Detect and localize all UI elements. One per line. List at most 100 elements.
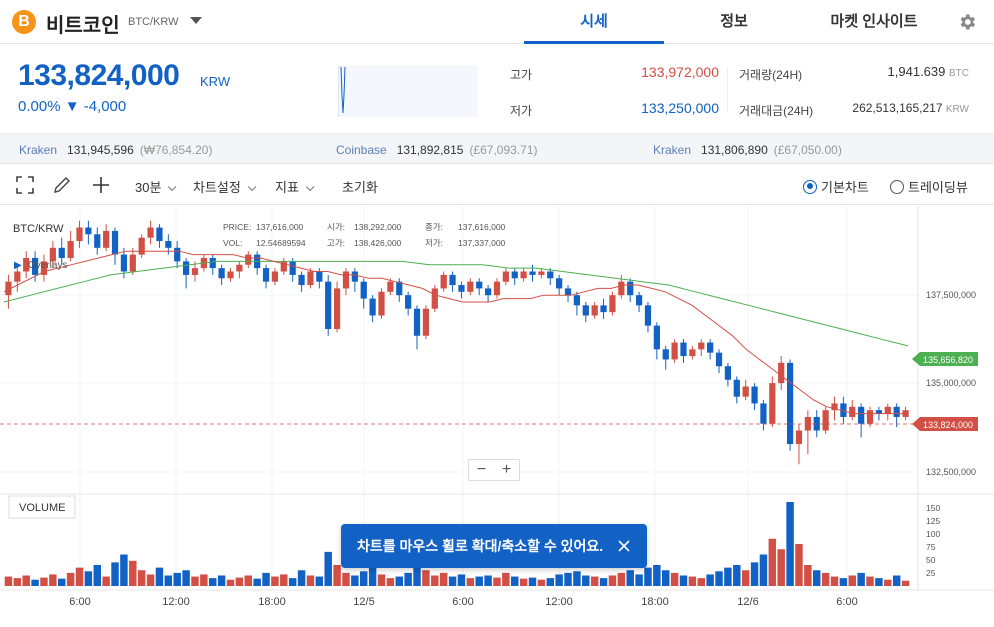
- volume-bar: [670, 572, 679, 586]
- candle-body: [298, 274, 305, 286]
- svg-text:138,292,000: 138,292,000: [354, 222, 402, 232]
- svg-text:12:00: 12:00: [162, 596, 190, 608]
- volume-bar: [866, 576, 874, 586]
- svg-text:6:00: 6:00: [452, 596, 473, 608]
- amount-label: 거래대금(24H): [739, 104, 814, 118]
- fullscreen-icon[interactable]: [14, 174, 36, 196]
- volume-bar: [155, 567, 164, 586]
- zoom-in-button[interactable]: +: [494, 460, 519, 480]
- pencil-icon[interactable]: [51, 174, 73, 196]
- candle-body: [689, 349, 696, 357]
- candle-body: [556, 278, 563, 289]
- volume-bar: [511, 576, 519, 586]
- candle-body: [431, 288, 438, 309]
- svg-text:12/6: 12/6: [737, 596, 758, 608]
- candle-body: [413, 308, 421, 336]
- volume-bar: [875, 578, 883, 586]
- candle-body: [120, 254, 128, 272]
- volume-bar: [75, 567, 84, 586]
- volume-bar: [146, 574, 155, 586]
- tradingview-radio[interactable]: 트레이딩뷰: [890, 177, 968, 196]
- candle-body: [245, 254, 252, 265]
- interval-dropdown[interactable]: 30분: [135, 177, 173, 196]
- volume-bar: [715, 571, 723, 586]
- svg-text:18:00: 18:00: [258, 596, 286, 608]
- volume-bar: [457, 574, 466, 586]
- low-value: 133,250,000: [641, 100, 719, 116]
- coin-name[interactable]: 비트코인: [46, 9, 120, 38]
- svg-text:PRICE:: PRICE:: [223, 222, 251, 232]
- y-tick-label: 137,500,000: [926, 290, 976, 300]
- volume-bar: [662, 570, 670, 586]
- volume-bar: [599, 578, 608, 586]
- candle-body: [662, 349, 669, 360]
- volume-bar: [635, 574, 643, 586]
- volume-bar: [590, 576, 599, 586]
- crosshair-icon[interactable]: [90, 174, 112, 196]
- volume-bar: [288, 578, 297, 586]
- current-price: 133,824,000: [18, 59, 180, 92]
- gear-icon[interactable]: [957, 12, 977, 32]
- candle-body: [325, 281, 332, 330]
- tab-price[interactable]: 시세: [524, 0, 664, 44]
- candle-body: [67, 241, 74, 258]
- candle-body: [156, 227, 163, 242]
- volume-bar: [777, 549, 785, 586]
- volume-bar: [182, 570, 190, 586]
- candle-body: [866, 410, 874, 424]
- svg-text:12.54689594: 12.54689594: [256, 238, 306, 248]
- close-icon[interactable]: [617, 539, 631, 553]
- volume-bar: [226, 579, 235, 586]
- candle-body: [502, 271, 509, 282]
- candle-body: [849, 406, 856, 417]
- volume-bar: [804, 565, 812, 586]
- svg-text:12:00: 12:00: [545, 596, 573, 608]
- zoom-out-button[interactable]: −: [469, 460, 494, 480]
- candle-body: [449, 274, 456, 286]
- volume-axis-ticks: 150 125 100 75 50 25: [926, 503, 940, 578]
- candle-body: [484, 288, 492, 296]
- basic-chart-radio[interactable]: 기본차트: [803, 177, 869, 196]
- candle-body: [289, 261, 296, 275]
- candle-body: [138, 237, 145, 255]
- chart-toolbar: 30분 차트설정 지표 초기화 기본차트 트레이딩뷰: [0, 165, 994, 205]
- volume-bar: [644, 567, 652, 586]
- candle-body: [742, 386, 749, 397]
- candle-body: [493, 281, 501, 296]
- candle-body: [387, 281, 394, 292]
- volume-bar: [262, 572, 270, 586]
- candle-body: [182, 261, 190, 275]
- svg-text:133,824,000: 133,824,000: [923, 420, 973, 430]
- reset-button[interactable]: 초기화: [342, 177, 378, 196]
- volume-bar: [768, 538, 777, 586]
- chart-settings-dropdown[interactable]: 차트설정: [193, 177, 253, 196]
- exchange-item[interactable]: Coinbase 131,892,815 (£67,093.71): [336, 143, 538, 157]
- tab-info[interactable]: 정보: [664, 0, 804, 44]
- volume-bar: [40, 577, 48, 586]
- candle-body: [316, 271, 323, 282]
- exchange-item[interactable]: Kraken 131,945,596 (₩76,854.20): [19, 143, 212, 157]
- volume-bar: [573, 571, 581, 586]
- volume-bar: [129, 560, 137, 586]
- tab-market-insight[interactable]: 마켓 인사이트: [804, 0, 944, 44]
- indicators-dropdown[interactable]: 지표: [275, 177, 311, 196]
- chevron-down-icon[interactable]: [190, 17, 202, 24]
- candle-body: [458, 285, 465, 292]
- candle-body: [209, 257, 216, 269]
- volume-bar: [431, 575, 439, 586]
- exchange-item[interactable]: Kraken 131,806,890 (£67,050.00): [653, 143, 842, 157]
- y-tick-label: 135,000,000: [926, 378, 976, 388]
- volume-bar: [813, 570, 821, 586]
- volume-bar: [884, 579, 892, 586]
- volume-bar: [475, 576, 483, 586]
- svg-text:시가:: 시가:: [327, 222, 345, 232]
- y-axis-ticks: 137,500,000 135,000,000 132,500,000: [926, 290, 976, 477]
- candle-body: [538, 271, 545, 275]
- volume-bar: [324, 551, 332, 586]
- candle-body: [582, 305, 589, 316]
- volume-bar: [253, 578, 261, 586]
- volume-bar: [235, 577, 244, 586]
- candle-body: [191, 268, 199, 275]
- candle-body: [94, 234, 101, 248]
- volume-bar: [537, 579, 546, 586]
